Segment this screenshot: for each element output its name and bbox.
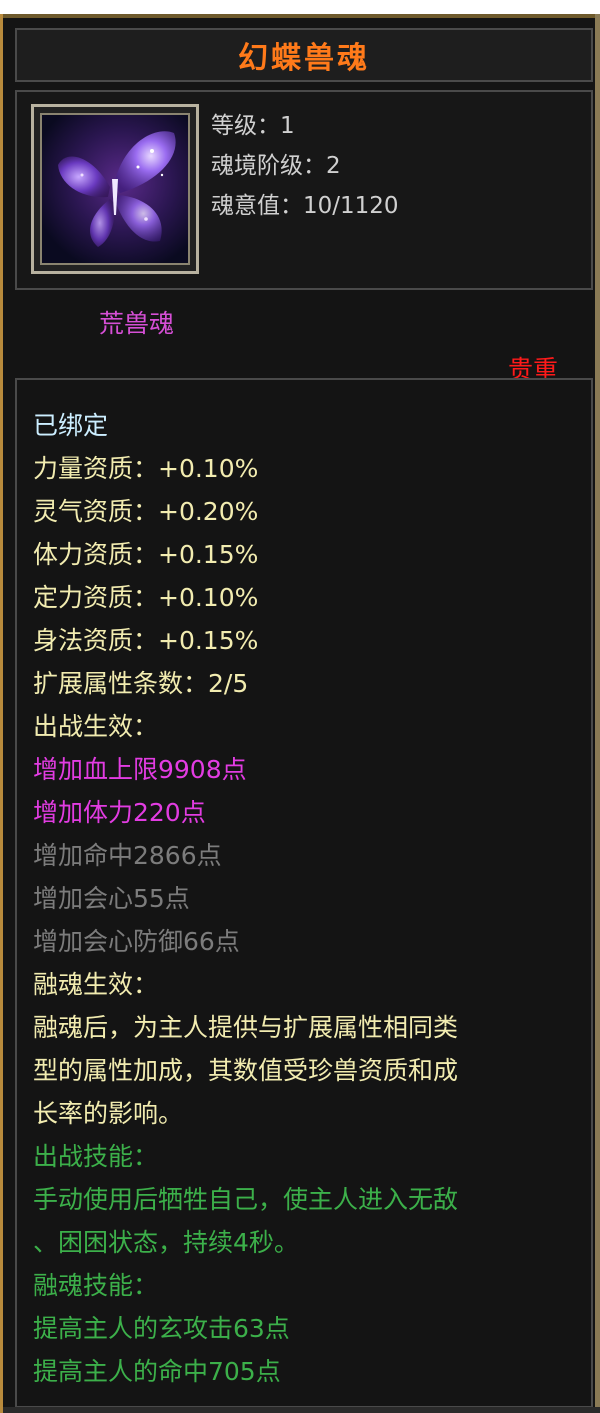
fusion-effect-line: 型的属性加成，其数值受珍兽资质和成 [33,1056,459,1085]
item-stats: 等级：1 魂境阶级：2 魂意值：10/1120 [211,106,399,226]
battle-skill-line: 、困困状态，持续4秒。 [33,1228,299,1257]
fusion-skill-line: 提高主人的玄攻击63点 [33,1314,290,1343]
frame-top-border [3,14,600,18]
soul-tier-stat: 魂境阶级：2 [211,153,341,179]
bound-status: 已绑定 [33,411,109,440]
battle-effect-inactive: 增加命中2866点 [33,841,222,870]
level-stat: 等级：1 [211,113,295,139]
fusion-skill-heading: 融魂技能： [33,1271,159,1300]
item-details: 已绑定 力量资质：+0.10% 灵气资质：+0.20% 体力资质：+0.15% … [15,378,593,1408]
item-tooltip: 幻蝶兽魂 等级：1 魂境阶级：2 魂意值：10/1120 荒兽魂 贵重 已绑定 … [0,14,600,1413]
item-icon-frame[interactable] [31,104,199,274]
extended-attr-count: 扩展属性条数：2/5 [33,669,249,698]
battle-skill-heading: 出战技能： [33,1142,159,1171]
frame-right-border [595,14,600,1413]
fusion-effect-heading: 融魂生效： [33,970,159,999]
battle-effect-heading: 出战生效： [33,712,159,741]
aptitude-focus: 定力资质：+0.10% [33,583,259,612]
battle-effect-inactive: 增加会心防御66点 [33,927,240,956]
butterfly-soul-icon [40,113,190,265]
butterfly-icon-art [58,131,176,247]
aptitude-stamina: 体力资质：+0.15% [33,540,259,569]
battle-effect-active: 增加体力220点 [33,798,206,827]
aptitude-agility: 身法资质：+0.15% [33,626,259,655]
title-bar: 幻蝶兽魂 [15,28,593,82]
details-text: 已绑定 力量资质：+0.10% 灵气资质：+0.20% 体力资质：+0.15% … [33,404,585,1393]
battle-effect-inactive: 增加会心55点 [33,884,190,913]
soul-value-stat: 魂意值：10/1120 [211,193,399,219]
fusion-effect-line: 长率的影响。 [33,1099,184,1128]
item-header: 等级：1 魂境阶级：2 魂意值：10/1120 [15,90,593,290]
frame-bottom-border [3,1407,600,1413]
aptitude-strength: 力量资质：+0.10% [33,454,259,483]
fusion-effect-line: 融魂后，为主人提供与扩展属性相同类 [33,1013,459,1042]
fusion-skill-line: 提高主人的命中705点 [33,1357,281,1386]
aptitude-spirit: 灵气资质：+0.20% [33,497,259,526]
item-category: 荒兽魂 [99,309,175,338]
item-title: 幻蝶兽魂 [238,41,370,76]
battle-skill-line: 手动使用后牺牲自己，使主人进入无敌 [33,1185,459,1214]
battle-effect-active: 增加血上限9908点 [33,755,247,784]
